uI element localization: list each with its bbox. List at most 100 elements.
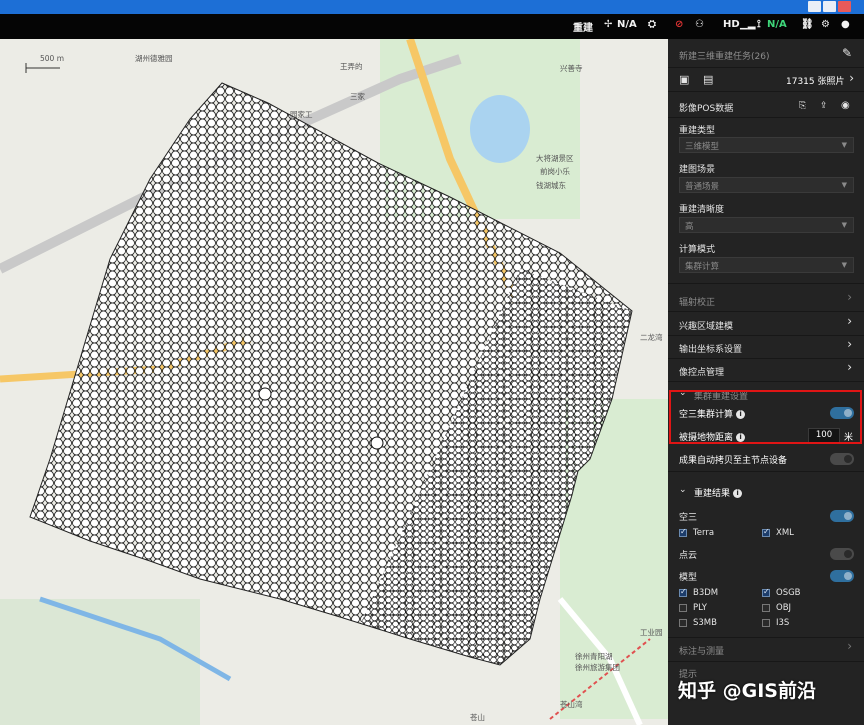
results-section-header: 重建结果 i — [694, 486, 743, 499]
chevron-right-icon[interactable]: › — [847, 337, 852, 351]
network-icon[interactable]: ⛓ — [801, 19, 814, 30]
aerial-result-label: 空三 — [679, 513, 698, 523]
hd-label: HD — [723, 19, 740, 30]
cluster-settings-highlight — [669, 390, 862, 444]
osgb-checkbox[interactable] — [762, 587, 770, 597]
clarity-value: 高 — [685, 222, 694, 232]
chevron-down-icon: ▼ — [841, 141, 847, 149]
xml-label: XML — [776, 528, 794, 538]
scene-value: 普通场景 — [685, 182, 720, 192]
map-place-label: 徐州青阳湖 — [575, 652, 613, 661]
top-toolbar: 重建 ✢ N/A ⛭ ⊘ ⚇ HD ▁▂ ⟟ N/A ⛓ ⚙ ● — [0, 14, 864, 39]
scene-label: 建图场景 — [679, 165, 716, 175]
user-icon[interactable]: ● — [841, 19, 850, 30]
obj-label: OBJ — [776, 603, 792, 613]
auto-copy-toggle[interactable] — [830, 453, 854, 465]
map-place-label: 园家工 — [290, 110, 313, 119]
photo-count: 17315 张照片 — [786, 77, 845, 87]
i3s-label: I3S — [776, 618, 790, 628]
obj-checkbox[interactable] — [762, 604, 770, 612]
clarity-select[interactable]: 高 ▼ — [679, 217, 854, 233]
xml-checkbox[interactable] — [762, 527, 770, 537]
map-view[interactable]: 500 m 湖州德雅园 王弄的 园家工 三家 兴善寺 大将湖景区 前岗小乐 钱湖… — [0, 39, 668, 725]
map-place-label: 湖州德雅园 — [135, 54, 173, 63]
map-place-label: 苍山 — [470, 713, 485, 722]
folder-icon[interactable]: ▤ — [703, 73, 713, 86]
annotation-measure-item[interactable]: 标注与测量 — [679, 644, 724, 657]
watermark: 知乎 @GIS前沿 — [678, 680, 816, 702]
model-toggle[interactable] — [830, 570, 854, 582]
window-minimize-button[interactable] — [808, 1, 821, 12]
rtk-icon: ⟟ — [757, 19, 761, 30]
map-place-label: 钱湖城东 — [536, 181, 566, 190]
eye-icon[interactable]: ◉ — [841, 100, 850, 111]
compute-mode-select[interactable]: 集群计算 ▼ — [679, 257, 854, 273]
b3dm-checkbox[interactable] — [679, 587, 687, 597]
radiometric-correction-item[interactable]: 辐射校正 — [679, 295, 715, 308]
window-maximize-button[interactable] — [823, 1, 836, 12]
task-title: 新建三维重建任务(26) — [679, 52, 770, 62]
info-icon: i — [733, 489, 743, 498]
map-place-label: 王弄的 — [340, 62, 363, 71]
satellite-icon: ⛭ — [648, 19, 656, 30]
chevron-down-icon: ▼ — [841, 221, 847, 229]
chevron-right-icon[interactable]: › — [847, 314, 852, 328]
remote-controller-icon: ⚇ — [695, 19, 704, 30]
rebuild-label[interactable]: 重建 — [573, 19, 593, 34]
pos-export-icon[interactable]: ⇪ — [820, 101, 828, 111]
edit-icon[interactable]: ✎ — [842, 46, 852, 60]
auto-copy-label: 成果自动拷贝至主节点设备 — [679, 456, 788, 466]
gps-status: N/A — [617, 19, 637, 30]
clarity-label: 重建清晰度 — [679, 205, 725, 215]
no-signal-icon: ⊘ — [675, 19, 684, 30]
terra-checkbox[interactable] — [679, 527, 687, 537]
task-settings-panel: 新建三维重建任务(26) ✎ ▣ ▤ 17315 张照片 › 影像POS数据 ⎘… — [668, 39, 864, 725]
gear-icon[interactable]: ⚙ — [821, 19, 830, 30]
i3s-checkbox[interactable] — [762, 619, 770, 627]
b3dm-label: B3DM — [693, 588, 719, 598]
scene-select[interactable]: 普通场景 ▼ — [679, 177, 854, 193]
compute-mode-value: 集群计算 — [685, 262, 720, 272]
compute-mode-label: 计算模式 — [679, 245, 716, 255]
map-place-label: 大将湖景区 — [536, 154, 574, 163]
reconstruction-type-label: 重建类型 — [679, 126, 716, 136]
pointcloud-label: 点云 — [679, 551, 698, 561]
map-place-label: 工业园 — [640, 628, 663, 637]
map-place-label: 二龙湾 — [640, 333, 663, 342]
chevron-down-icon: ▼ — [841, 261, 847, 269]
signal-bars-icon: ▁▂ — [740, 19, 756, 30]
map-scale-label: 500 m — [40, 54, 65, 63]
map-canvas — [0, 39, 668, 725]
map-place-label: 苍山湾 — [560, 700, 583, 709]
image-icon[interactable]: ▣ — [679, 73, 689, 86]
s3mb-checkbox[interactable] — [679, 619, 687, 627]
map-place-label: 徐州旅游集团 — [575, 663, 620, 672]
terra-label: Terra — [693, 528, 715, 538]
model-label: 模型 — [679, 573, 698, 583]
osgb-label: OSGB — [776, 588, 801, 598]
s3mb-label: S3MB — [693, 618, 717, 628]
photo-list-chevron-icon[interactable]: › — [849, 71, 854, 85]
output-crs-item[interactable]: 输出坐标系设置 — [679, 342, 742, 355]
map-place-label: 三家 — [350, 92, 365, 101]
aerial-result-toggle[interactable] — [830, 510, 854, 522]
ply-checkbox[interactable] — [679, 604, 687, 612]
chevron-right-icon[interactable]: › — [847, 639, 852, 653]
chevron-right-icon[interactable]: › — [847, 360, 852, 374]
reconstruction-type-select[interactable]: 三维模型 ▼ — [679, 137, 854, 153]
pos-data-label: 影像POS数据 — [679, 104, 734, 114]
gps-icon: ✢ — [604, 19, 613, 30]
window-close-button[interactable] — [838, 1, 851, 12]
signal-status: N/A — [767, 19, 787, 30]
collapse-chevron-icon[interactable]: ⌄ — [679, 485, 687, 495]
gcp-management-item[interactable]: 像控点管理 — [679, 365, 724, 378]
roi-modeling-item[interactable]: 兴趣区域建模 — [679, 319, 733, 332]
map-place-label: 前岗小乐 — [540, 167, 570, 176]
pos-import-icon[interactable]: ⎘ — [799, 101, 806, 111]
window-title-strip — [0, 0, 864, 14]
chevron-right-icon[interactable]: › — [847, 290, 852, 304]
ply-label: PLY — [693, 603, 707, 613]
reconstruction-type-value: 三维模型 — [685, 142, 720, 152]
pointcloud-toggle[interactable] — [830, 548, 854, 560]
results-header-text: 重建结果 — [694, 489, 731, 499]
